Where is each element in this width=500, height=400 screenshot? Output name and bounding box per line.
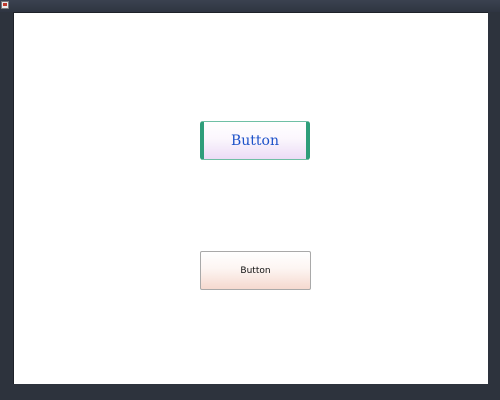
styled-button[interactable]: Button <box>200 121 310 160</box>
default-button[interactable]: Button <box>200 251 311 290</box>
title-bar[interactable] <box>0 0 500 12</box>
window-frame-right <box>488 12 500 400</box>
client-area: Button Button <box>13 12 488 384</box>
window-frame-left <box>0 12 13 400</box>
app-window: Button Button <box>0 0 500 400</box>
window-frame-bottom <box>0 384 500 400</box>
app-icon[interactable] <box>1 1 9 9</box>
